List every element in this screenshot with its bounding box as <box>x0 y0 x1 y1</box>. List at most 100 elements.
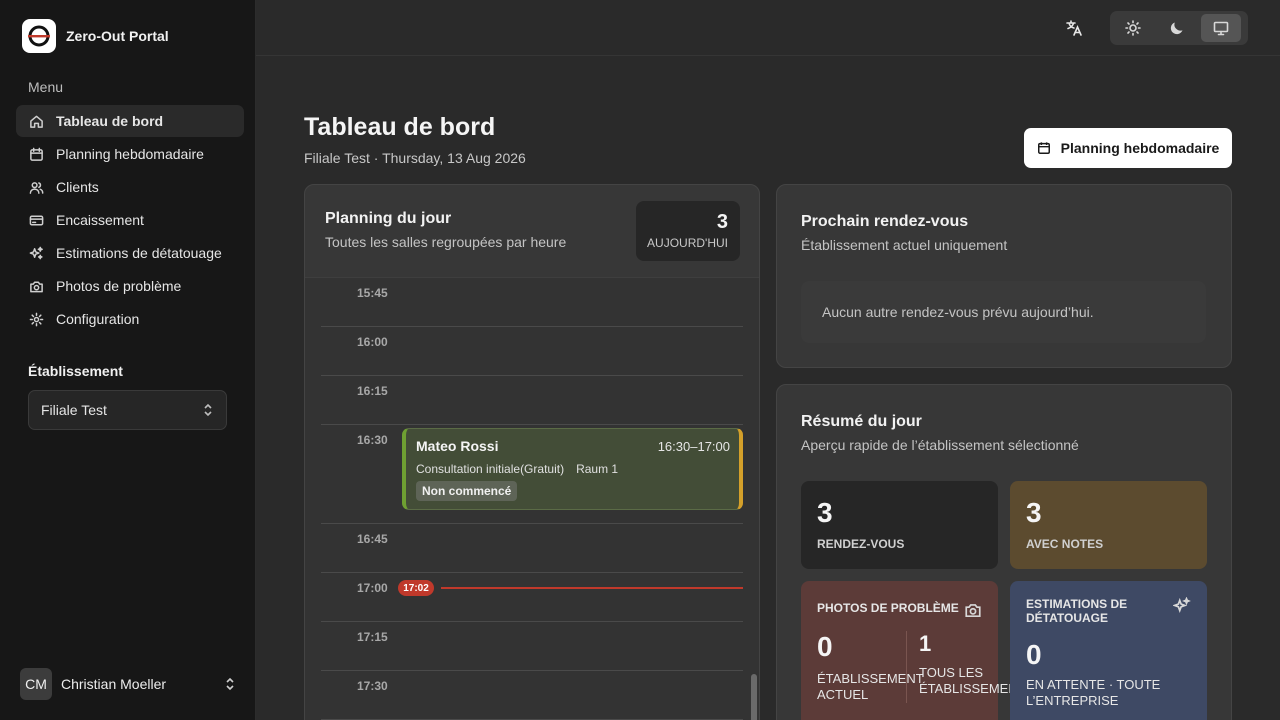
today-label: Aujourd'hui <box>647 236 728 250</box>
brand-title: Zero-Out Portal <box>66 28 169 44</box>
today-count-badge: 3 Aujourd'hui <box>636 201 740 261</box>
chevron-up-down-icon <box>204 403 212 417</box>
appointment-room: Raum 1 <box>576 462 619 476</box>
card-title: Prochain rendez-vous <box>801 213 969 230</box>
brand[interactable]: Zero-Out Portal <box>22 19 169 53</box>
theme-light-button[interactable] <box>1113 14 1153 42</box>
slot-time: 16:00 <box>357 335 388 349</box>
time-slot[interactable]: 17:00 <box>321 573 743 622</box>
time-slot[interactable]: 16:00 <box>321 327 743 376</box>
weekly-planning-button[interactable]: Planning hebdomadaire <box>1024 128 1232 168</box>
sidebar-item-dashboard[interactable]: Tableau de bord <box>16 105 244 137</box>
daily-planning-card: Planning du jour Toutes les salles regro… <box>304 184 760 720</box>
topbar <box>256 0 1280 56</box>
time-slot[interactable]: 16:45 <box>321 524 743 573</box>
translate-button[interactable] <box>1062 16 1086 40</box>
theme-system-button[interactable] <box>1201 14 1241 42</box>
sidebar-item-configuration[interactable]: Configuration <box>16 303 244 335</box>
calendar-icon <box>28 146 44 162</box>
stat-label: Rendez-vous <box>817 537 905 551</box>
next-appointment-card: Prochain rendez-vous Établissement actue… <box>776 184 1232 368</box>
sidebar-item-payments[interactable]: Encaissement <box>16 204 244 236</box>
home-icon <box>28 113 44 129</box>
page-title: Tableau de bord <box>304 113 496 141</box>
stat-problem-photos[interactable]: Photos de problème 0 Établissement actue… <box>801 581 1034 720</box>
sidebar-item-label: Configuration <box>56 311 140 327</box>
camera-icon <box>965 604 981 618</box>
stat-title: Estimations de détatouage <box>1026 597 1128 625</box>
stat-label: En attente · Toute l’entreprise <box>1026 677 1161 708</box>
sidebar-item-label: Planning hebdomadaire <box>56 146 204 162</box>
sparkles-icon <box>28 245 44 261</box>
stat-value: 3 <box>817 497 833 528</box>
sidebar-item-estimates[interactable]: Estimations de détatouage <box>16 237 244 269</box>
avatar: CM <box>20 668 52 700</box>
calendar-icon <box>1037 142 1050 154</box>
stat-title: Photos de problème <box>817 601 959 615</box>
establishment-select[interactable]: Filiale Test <box>28 390 227 430</box>
daily-summary-card: Résumé du jour Aperçu rapide de l’établi… <box>776 384 1232 720</box>
current-time-line <box>441 587 743 589</box>
stat-value-current: 0 <box>817 631 833 662</box>
stat-notes[interactable]: 3 Avec notes <box>1010 481 1207 569</box>
sidebar-item-weekly-planning[interactable]: Planning hebdomadaire <box>16 138 244 170</box>
user-name: Christian Moeller <box>61 676 167 692</box>
card-title: Planning du jour <box>325 210 452 227</box>
appointment-card[interactable]: Mateo Rossi 16:30–17:00 Consultation ini… <box>402 428 743 510</box>
sidebar-item-label: Clients <box>56 179 99 195</box>
time-slot[interactable]: 17:15 <box>321 622 743 671</box>
chevron-up-down-icon <box>226 677 234 691</box>
card-subtitle: Aperçu rapide de l’établissement sélecti… <box>801 437 1079 453</box>
users-icon <box>28 179 44 195</box>
appointment-type: Consultation initiale(Gratuit) <box>416 462 565 476</box>
stat-value: 0 <box>1026 639 1042 670</box>
gear-icon <box>28 311 44 327</box>
slot-time: 16:45 <box>357 532 388 546</box>
card-title: Résumé du jour <box>801 413 922 430</box>
stat-estimates[interactable]: Estimations de détatouage 0 En attente ·… <box>1010 581 1207 720</box>
slot-time: 15:45 <box>357 286 388 300</box>
page-subtitle: Filiale Test · Thursday, 13 Aug 2026 <box>304 150 526 166</box>
time-slot[interactable]: 17:30 <box>321 671 743 720</box>
credit-card-icon <box>28 212 44 228</box>
appointment-detail: Consultation initiale(Gratuit) Raum 1 <box>416 462 730 476</box>
current-time-badge: 17:02 <box>398 580 434 596</box>
sidebar-item-problem-photos[interactable]: Photos de problème <box>16 270 244 302</box>
theme-dark-button[interactable] <box>1157 14 1197 42</box>
stat-label: Avec notes <box>1026 537 1104 551</box>
time-slot[interactable]: 16:15 <box>321 376 743 425</box>
card-subtitle: Toutes les salles regroupées par heure <box>325 234 567 250</box>
slot-time: 17:30 <box>357 679 388 693</box>
establishment-label: Établissement <box>28 363 123 379</box>
sun-icon <box>1125 20 1141 36</box>
sidebar-item-label: Tableau de bord <box>56 113 164 129</box>
appointment-time: 16:30–17:00 <box>657 438 730 454</box>
slot-time: 17:15 <box>357 630 388 644</box>
sidebar-item-label: Estimations de détatouage <box>56 245 222 261</box>
timeline[interactable]: 15:45 16:00 16:15 16:30 16:45 17:00 17:1… <box>305 277 759 720</box>
brand-logo-icon <box>22 19 56 53</box>
sidebar-item-label: Photos de problème <box>56 278 182 294</box>
stat-appointments[interactable]: 3 Rendez-vous <box>801 481 998 569</box>
sidebar-item-clients[interactable]: Clients <box>16 171 244 203</box>
timeline-scrollbar[interactable] <box>751 674 757 720</box>
monitor-icon <box>1213 21 1229 36</box>
status-badge: Non commencé <box>416 481 518 501</box>
slot-time: 17:00 <box>357 581 388 595</box>
card-subtitle: Établissement actuel uniquement <box>801 237 1008 253</box>
menu-label: Menu <box>28 79 64 95</box>
slot-time: 16:30 <box>357 433 388 447</box>
theme-switcher <box>1110 11 1248 45</box>
moon-icon <box>1170 22 1183 35</box>
sidebar-nav: Tableau de bord Planning hebdomadaire Cl… <box>16 105 244 336</box>
user-menu[interactable]: CM Christian Moeller <box>20 668 236 700</box>
weekly-planning-button-label: Planning hebdomadaire <box>1060 140 1220 156</box>
sidebar: Zero-Out Portal Menu Tableau de bord Pla… <box>0 0 256 720</box>
camera-icon <box>28 278 44 294</box>
slot-time: 16:15 <box>357 384 388 398</box>
sidebar-item-label: Encaissement <box>56 212 144 228</box>
empty-state: Aucun autre rendez-vous prévu aujourd’hu… <box>801 281 1206 343</box>
translate-icon <box>1066 20 1082 36</box>
time-slot[interactable]: 15:45 <box>321 278 743 327</box>
stat-label-current: Établissement actuel <box>817 671 924 702</box>
